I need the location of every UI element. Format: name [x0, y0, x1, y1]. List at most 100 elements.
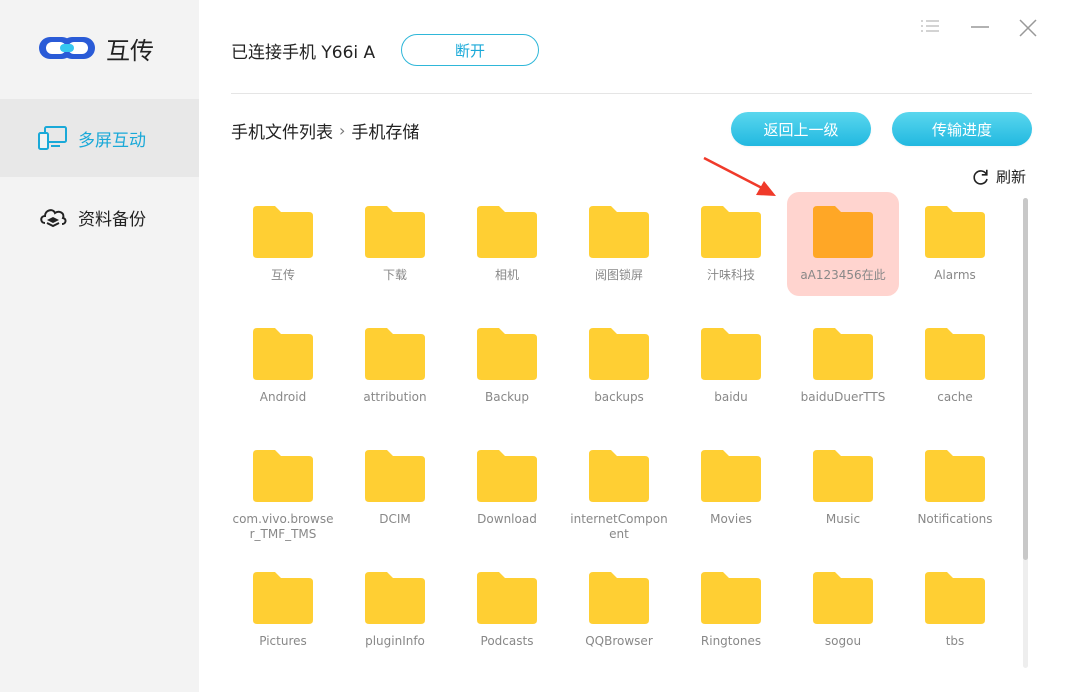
menu-icon[interactable]: [920, 18, 940, 38]
folder-icon: [477, 328, 537, 380]
folder-item[interactable]: Alarms: [899, 192, 1011, 283]
folder-name: com.vivo.browser_TMF_TMS: [232, 512, 334, 541]
disconnect-button[interactable]: 断开: [401, 34, 539, 66]
folder-icon: [925, 328, 985, 380]
folder-grid: 互传 下载 相机 阅图锁屏 汁味科技 aA123456在此 Alarms Android att…: [227, 192, 1011, 668]
folder-item[interactable]: Ringtones: [675, 558, 787, 649]
cloud-backup-icon: [40, 209, 67, 228]
folder-icon: [925, 206, 985, 258]
breadcrumb: 手机文件列表 › 手机存储: [231, 118, 419, 143]
main-panel: 已连接手机 Y66i A 断开 手机文件列表 › 手机存储 返回上一级 传输进度…: [199, 0, 1065, 692]
folder-item[interactable]: 阅图锁屏: [563, 192, 675, 283]
folder-name: Android: [259, 390, 307, 404]
folder-icon: [365, 206, 425, 258]
folder-name: aA123456在此: [800, 268, 886, 282]
folder-name: Podcasts: [480, 634, 534, 648]
folder-icon: [701, 206, 761, 258]
folder-item[interactable]: baidu: [675, 314, 787, 405]
folder-icon: [701, 328, 761, 380]
folder-item[interactable]: Podcasts: [451, 558, 563, 649]
breadcrumb-item-file-list[interactable]: 手机文件列表: [231, 118, 333, 143]
header-divider: [231, 93, 1032, 94]
folder-item[interactable]: internetComponent: [563, 436, 675, 542]
screens-icon: [38, 126, 67, 150]
back-button[interactable]: 返回上一级: [731, 112, 871, 146]
folder-icon: [253, 450, 313, 502]
folder-name: backups: [594, 390, 644, 404]
folder-name: Alarms: [934, 268, 976, 282]
folder-item[interactable]: 下载: [339, 192, 451, 283]
folder-name: 相机: [494, 268, 519, 282]
sidebar: 互传 多屏互动 资料备份: [0, 0, 199, 692]
link-logo-icon: [39, 37, 95, 59]
folder-item[interactable]: sogou: [787, 558, 899, 649]
folder-name: 下载: [382, 268, 407, 282]
folder-item[interactable]: Download: [451, 436, 563, 527]
folder-icon: [365, 450, 425, 502]
folder-name: tbs: [945, 634, 965, 648]
folder-item[interactable]: pluginInfo: [339, 558, 451, 649]
breadcrumb-item-storage: 手机存储: [351, 123, 420, 143]
scrollbar-thumb[interactable]: [1023, 198, 1028, 560]
transfer-progress-button[interactable]: 传输进度: [892, 112, 1032, 146]
folder-icon: [477, 206, 537, 258]
folder-item[interactable]: aA123456在此: [787, 192, 899, 296]
chevron-right-icon: ›: [339, 121, 346, 140]
folder-item[interactable]: Movies: [675, 436, 787, 527]
folder-item[interactable]: DCIM: [339, 436, 451, 527]
refresh-button[interactable]: 刷新: [972, 166, 1026, 187]
sidebar-item-multi-screen[interactable]: 多屏互动: [0, 99, 199, 177]
close-icon[interactable]: [1018, 18, 1038, 38]
folder-icon: [589, 328, 649, 380]
folder-icon: [253, 572, 313, 624]
folder-item[interactable]: attribution: [339, 314, 451, 405]
folder-item[interactable]: backups: [563, 314, 675, 405]
folder-item[interactable]: 相机: [451, 192, 563, 283]
folder-icon: [813, 206, 873, 258]
folder-name: internetComponent: [570, 512, 668, 541]
folder-name: Download: [477, 512, 537, 526]
folder-item[interactable]: Notifications: [899, 436, 1011, 527]
folder-item[interactable]: baiduDuerTTS: [787, 314, 899, 405]
folder-item[interactable]: Android: [227, 314, 339, 405]
folder-item[interactable]: Pictures: [227, 558, 339, 649]
folder-item[interactable]: Backup: [451, 314, 563, 405]
folder-icon: [253, 328, 313, 380]
refresh-label: 刷新: [996, 168, 1027, 186]
sidebar-item-backup[interactable]: 资料备份: [0, 178, 199, 256]
folder-name: Music: [825, 512, 861, 526]
minimize-icon[interactable]: [970, 18, 990, 38]
folder-name: pluginInfo: [365, 634, 425, 648]
connected-device-label: 已连接手机 Y66i A: [231, 43, 376, 63]
folder-item[interactable]: Music: [787, 436, 899, 527]
folder-name: QQBrowser: [585, 634, 653, 648]
folder-name: Backup: [485, 390, 529, 404]
folder-item[interactable]: cache: [899, 314, 1011, 405]
sidebar-item-label: 多屏互动: [78, 130, 146, 151]
folder-item[interactable]: tbs: [899, 558, 1011, 649]
folder-item[interactable]: 互传: [227, 192, 339, 283]
folder-icon: [477, 450, 537, 502]
folder-name: attribution: [363, 390, 427, 404]
folder-item[interactable]: QQBrowser: [563, 558, 675, 649]
folder-icon: [701, 572, 761, 624]
folder-name: sogou: [824, 634, 862, 648]
sidebar-item-label: 资料备份: [78, 209, 146, 230]
app-logo: 互传: [38, 28, 154, 68]
folder-name: Notifications: [917, 512, 993, 526]
folder-name: Movies: [710, 512, 752, 526]
folder-item[interactable]: 汁味科技: [675, 192, 787, 283]
folder-name: cache: [937, 390, 973, 404]
folder-icon: [589, 450, 649, 502]
folder-name: 汁味科技: [706, 268, 755, 282]
folder-icon: [813, 450, 873, 502]
folder-icon: [925, 450, 985, 502]
folder-name: DCIM: [379, 512, 411, 526]
folder-icon: [925, 572, 985, 624]
folder-name: 互传: [270, 268, 295, 282]
folder-icon: [477, 572, 537, 624]
folder-item[interactable]: com.vivo.browser_TMF_TMS: [227, 436, 339, 542]
folder-name: 阅图锁屏: [594, 268, 643, 282]
folder-icon: [589, 572, 649, 624]
app-name: 互传: [106, 36, 154, 65]
